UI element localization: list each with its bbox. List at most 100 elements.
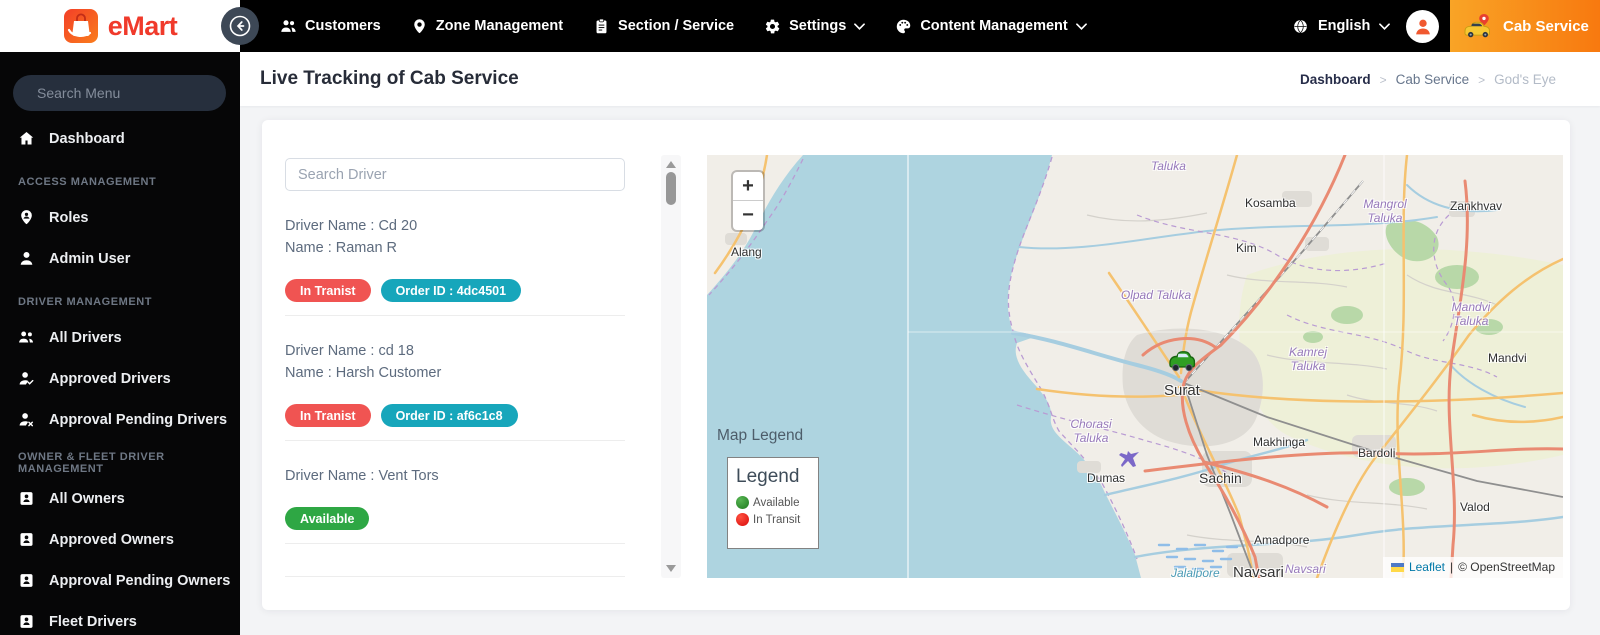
- user-avatar[interactable]: [1406, 10, 1439, 43]
- map-label: Mangrol Taluka: [1363, 197, 1407, 225]
- person-icon: [1415, 19, 1430, 34]
- nav-item-zone-management[interactable]: Zone Management: [411, 18, 563, 35]
- nav-item-settings[interactable]: Settings: [764, 18, 866, 35]
- legend-title: Legend: [736, 466, 800, 487]
- openstreetmap-link[interactable]: © OpenStreetMap: [1458, 560, 1555, 574]
- car-icon: [1169, 351, 1196, 372]
- id-card-icon: [20, 615, 33, 628]
- home-icon: [19, 131, 34, 145]
- status-badge: In Tranist: [285, 279, 371, 302]
- globe-icon: [1294, 19, 1307, 33]
- sidebar-item-fleet-drivers[interactable]: Fleet Drivers: [0, 601, 240, 635]
- nav-item-content-management[interactable]: Content Management: [895, 18, 1087, 35]
- sidebar-item-label: All Drivers: [49, 329, 122, 346]
- id-card-icon: [20, 492, 33, 505]
- legend-label: In Transit: [753, 513, 801, 526]
- sidebar-item-approved-owners[interactable]: Approved Owners: [0, 519, 240, 560]
- chevron-down-icon: [854, 22, 866, 30]
- brand-logo[interactable]: eMart: [0, 0, 240, 52]
- live-tracking-map[interactable]: Alang Taluka Kosamba Zankhvav Kim Olpad …: [707, 155, 1563, 578]
- brand-name: eMart: [107, 10, 178, 41]
- cab-service-label: Cab Service: [1503, 17, 1589, 35]
- clipboard-icon: [596, 18, 607, 33]
- driver-card[interactable]: Driver Name : Vent Tors Available: [285, 441, 625, 544]
- breadcrumb-separator: >: [1379, 72, 1387, 87]
- map-attribution: Leaflet | © OpenStreetMap: [1382, 557, 1563, 578]
- map-legend-box: Legend Available In Transit: [727, 457, 819, 549]
- topbar: eMart Customers Zone Management Section …: [0, 0, 1600, 52]
- user-check-icon: [19, 372, 34, 385]
- arrow-left-circle-icon: [229, 15, 251, 37]
- map-legend-heading: Map Legend: [717, 427, 804, 444]
- taxi-icon: [1464, 13, 1490, 37]
- legend-label: Available: [753, 496, 800, 509]
- sidebar-item-approved-drivers[interactable]: Approved Drivers: [0, 358, 240, 399]
- sidebar-item-all-owners[interactable]: All Owners: [0, 478, 240, 519]
- user-icon: [20, 251, 33, 265]
- live-tracking-card: Driver Name : Cd 20 Name : Raman R In Tr…: [262, 120, 1570, 610]
- nav-label: Section / Service: [618, 18, 735, 34]
- sidebar-item-approval-pending-drivers[interactable]: Approval Pending Drivers: [0, 399, 240, 440]
- sidebar-item-dashboard[interactable]: Dashboard: [0, 118, 240, 159]
- in-transit-dot-icon: [736, 513, 749, 526]
- nav-item-section-service[interactable]: Section / Service: [593, 18, 734, 35]
- nav-item-customers[interactable]: Customers: [280, 18, 381, 35]
- driver-badges: In Tranist Order ID : 4dc4501: [285, 279, 625, 302]
- breadcrumb-dashboard[interactable]: Dashboard: [1300, 72, 1371, 87]
- gear-icon: [766, 19, 780, 33]
- id-card-icon: [20, 533, 33, 546]
- zoom-in-button[interactable]: +: [733, 172, 763, 201]
- driver-name: Driver Name : Vent Tors: [285, 468, 439, 484]
- sidebar-collapse-button[interactable]: [221, 7, 259, 45]
- map-label: Kim: [1236, 241, 1257, 255]
- driver-name: Driver Name : cd 18: [285, 343, 414, 359]
- sidebar-item-label: Fleet Drivers: [49, 613, 137, 630]
- users-icon: [19, 331, 34, 343]
- chevron-down-icon: [1075, 22, 1087, 30]
- sidebar-section-driver-management: DRIVER MANAGEMENT: [18, 296, 153, 308]
- sidebar-item-approval-pending-owners[interactable]: Approval Pending Owners: [0, 560, 240, 601]
- map-label: Mandvi Taluka: [1451, 300, 1491, 328]
- map-label: Zankhvav: [1450, 199, 1503, 213]
- language-label: English: [1318, 18, 1371, 34]
- map-label: Dumas: [1087, 471, 1126, 485]
- map-label: Chorasi Taluka: [1070, 417, 1112, 445]
- scroll-down-arrow[interactable]: [666, 565, 676, 572]
- sidebar-item-roles[interactable]: Roles: [0, 197, 240, 238]
- map-zoom-control: + −: [733, 172, 763, 230]
- status-badge: Available: [285, 507, 370, 530]
- attribution-separator: |: [1449, 560, 1454, 574]
- page-title: Live Tracking of Cab Service: [260, 68, 519, 89]
- divider: [285, 576, 625, 577]
- map-label: Alang: [731, 245, 762, 259]
- divider: [285, 543, 625, 544]
- sidebar-item-label: Dashboard: [49, 130, 125, 147]
- scrollbar-thumb[interactable]: [666, 172, 676, 205]
- sidebar-item-admin-user[interactable]: Admin User: [0, 238, 240, 279]
- role-pin-icon: [21, 210, 32, 225]
- language-selector[interactable]: English: [1292, 0, 1391, 52]
- cab-service-switcher[interactable]: Cab Service: [1450, 0, 1600, 52]
- zoom-out-button[interactable]: −: [733, 201, 763, 230]
- map-label: Taluka: [1151, 159, 1186, 173]
- driver-search-input[interactable]: [285, 158, 625, 191]
- sidebar-item-all-drivers[interactable]: All Drivers: [0, 317, 240, 358]
- driver-card[interactable]: Driver Name : cd 18 Name : Harsh Custome…: [285, 316, 625, 441]
- sidebar-search-input[interactable]: [37, 85, 218, 101]
- driver-name: Driver Name : Cd 20: [285, 218, 418, 234]
- driver-list-panel: Driver Name : Cd 20 Name : Raman R In Tr…: [285, 158, 625, 577]
- driver-list-scrollbar[interactable]: [661, 155, 681, 578]
- palette-icon: [897, 19, 911, 33]
- id-card-icon: [20, 574, 33, 587]
- sidebar-search[interactable]: [13, 75, 226, 111]
- driver-car-marker[interactable]: [1166, 349, 1197, 378]
- driver-card[interactable]: Driver Name : Cd 20 Name : Raman R In Tr…: [285, 191, 625, 316]
- map-label: Sachin: [1199, 470, 1242, 486]
- sidebar-item-label: Approved Drivers: [49, 370, 171, 387]
- scroll-up-arrow[interactable]: [666, 161, 676, 168]
- customer-name: Name : Harsh Customer: [285, 365, 442, 381]
- leaflet-link[interactable]: Leaflet: [1409, 560, 1445, 574]
- breadcrumb-cab-service[interactable]: Cab Service: [1396, 72, 1470, 87]
- sidebar-section-access-management: ACCESS MANAGEMENT: [18, 176, 157, 188]
- sidebar-item-label: Approval Pending Drivers: [49, 411, 228, 428]
